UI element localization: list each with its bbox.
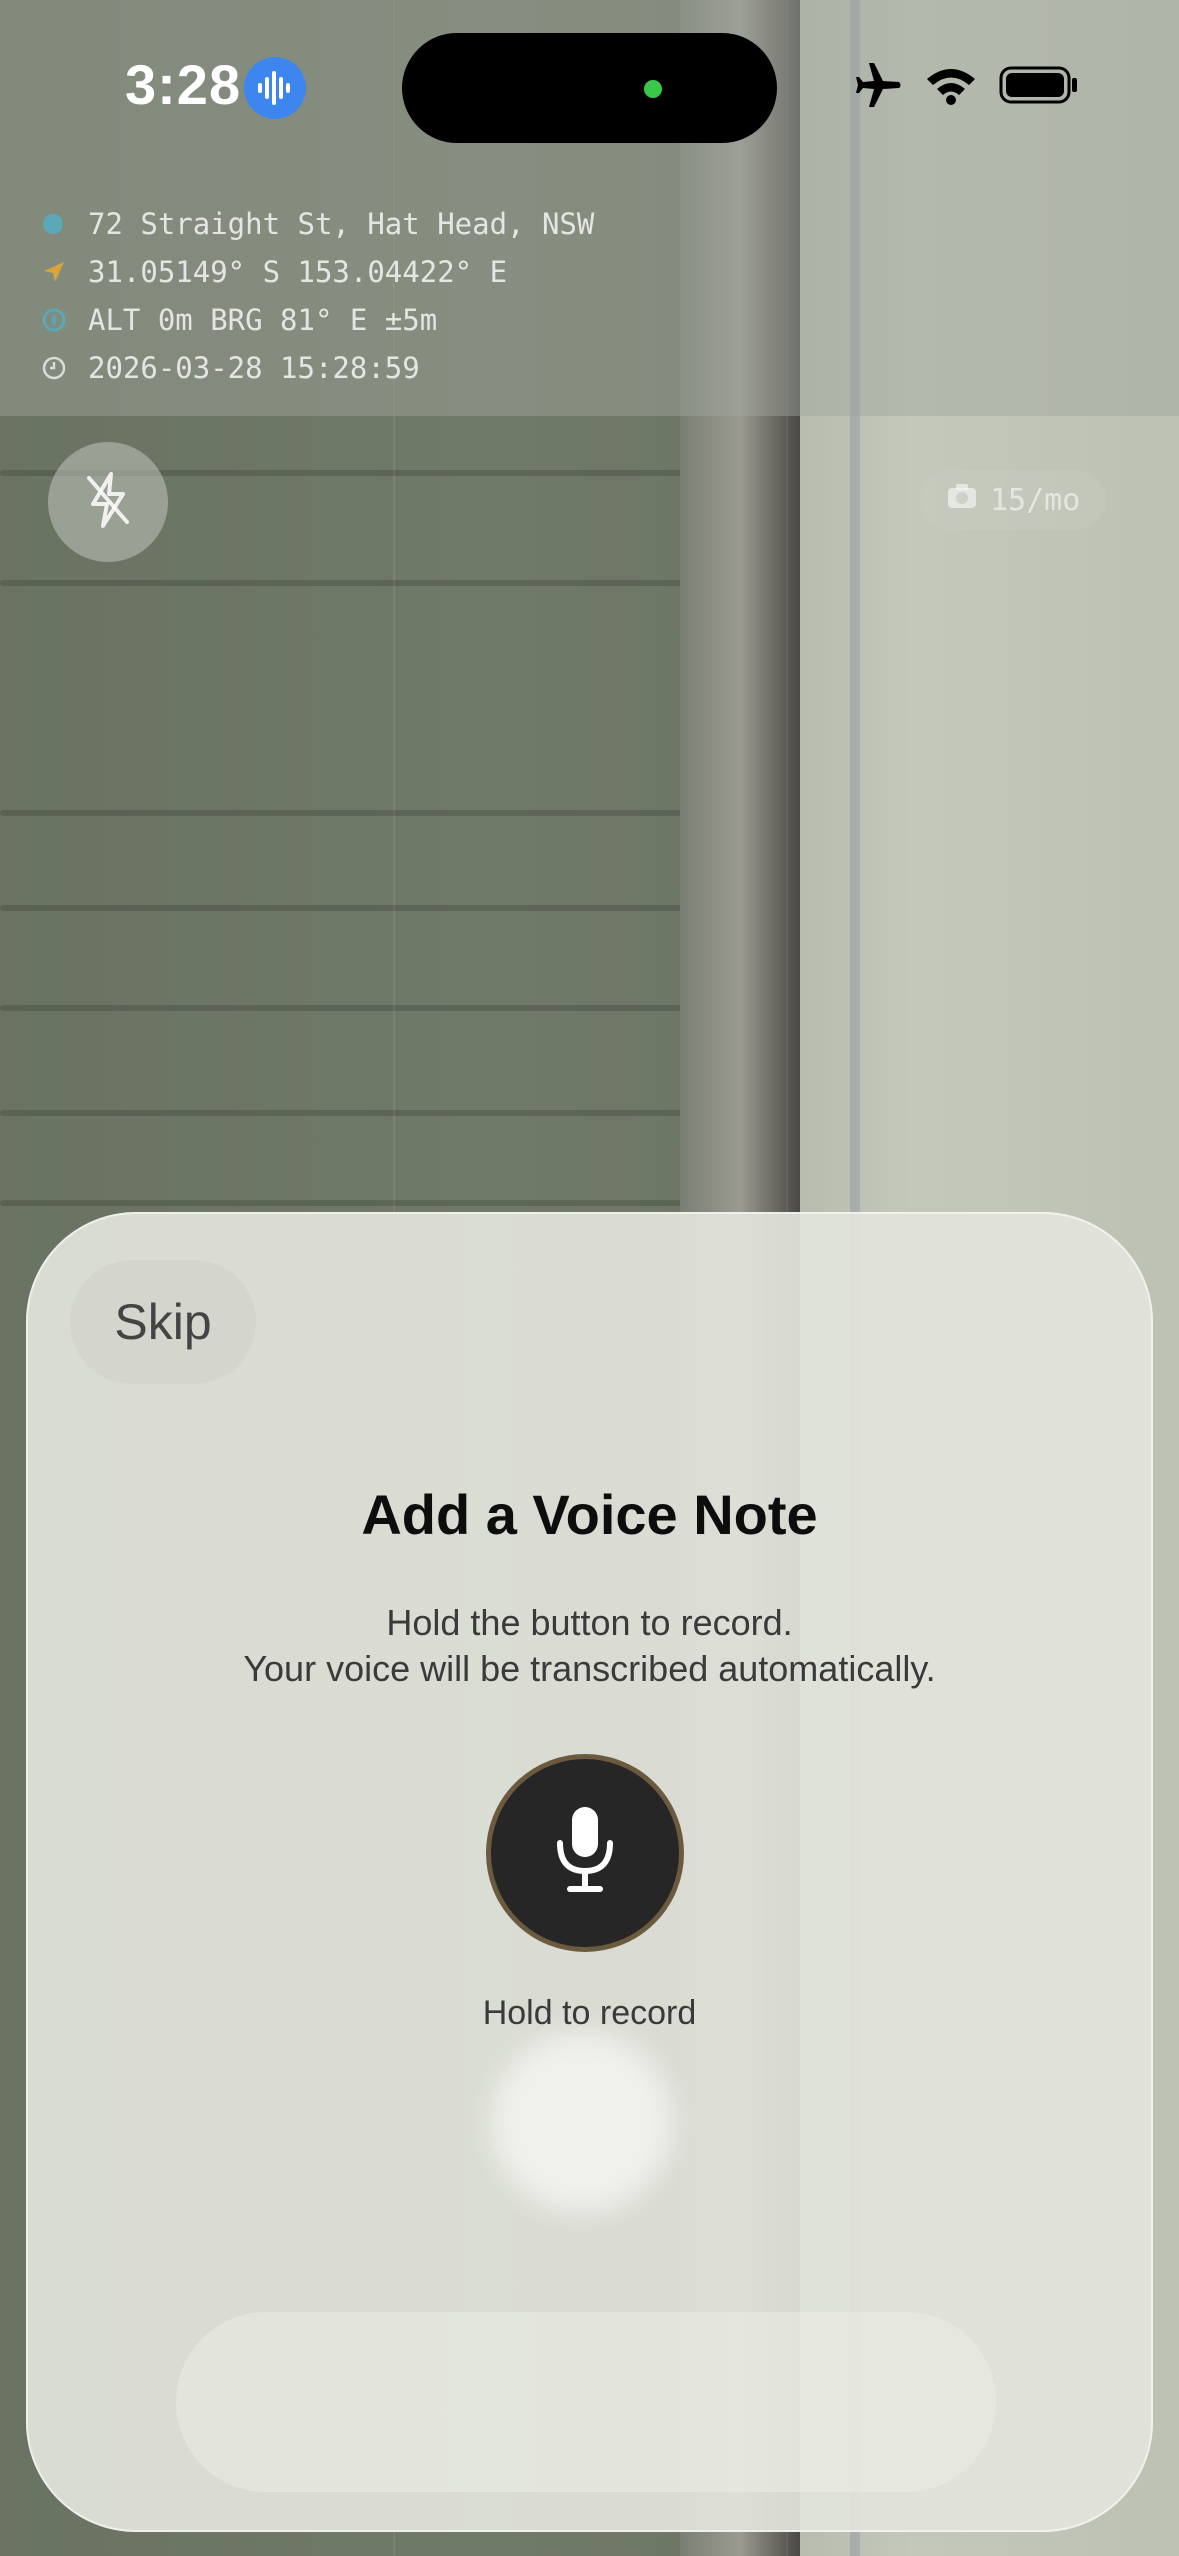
wifi-icon [925, 65, 977, 110]
description-line-1: Hold the button to record. [386, 1602, 793, 1643]
microphone-icon [550, 1803, 620, 1904]
location-arrow-icon [42, 260, 88, 284]
geo-altitude-bearing: ALT 0m BRG 81° E ±5m [88, 303, 438, 337]
geo-timestamp: 2026-03-28 15:28:59 [88, 351, 420, 385]
quota-label: 15/mo [990, 482, 1081, 518]
globe-icon [42, 213, 88, 235]
voice-activity-icon [244, 57, 306, 119]
camera-icon [946, 482, 978, 518]
flash-toggle-button[interactable] [48, 442, 168, 562]
record-hint: Hold to record [482, 1994, 697, 2032]
geo-address: 72 Straight St, Hat Head, NSW [88, 207, 595, 241]
description-line-2: Your voice will be transcribed automatic… [243, 1648, 936, 1689]
status-bar: 3:28 [0, 0, 1179, 175]
camera-in-use-indicator [644, 80, 662, 98]
clock-icon [42, 356, 88, 380]
compass-icon [42, 308, 88, 332]
battery-icon [999, 65, 1079, 110]
sheet-description: Hold the button to record. Your voice wi… [26, 1600, 1153, 1692]
record-button[interactable] [486, 1754, 684, 1952]
skip-button[interactable]: Skip [70, 1260, 256, 1384]
dynamic-island [402, 33, 777, 143]
airplane-icon [853, 62, 903, 113]
photo-quota-badge: 15/mo [920, 470, 1107, 530]
status-time: 3:28 [125, 53, 242, 116]
sheet-title: Add a Voice Note [361, 1483, 818, 1546]
flash-off-icon [83, 470, 133, 535]
voice-note-sheet: Skip Add a Voice Note Hold the button to… [26, 1212, 1153, 2532]
geo-coordinates: 31.05149° S 153.04422° E [88, 255, 508, 289]
geo-info: 72 Straight St, Hat Head, NSW 31.05149° … [42, 200, 594, 392]
